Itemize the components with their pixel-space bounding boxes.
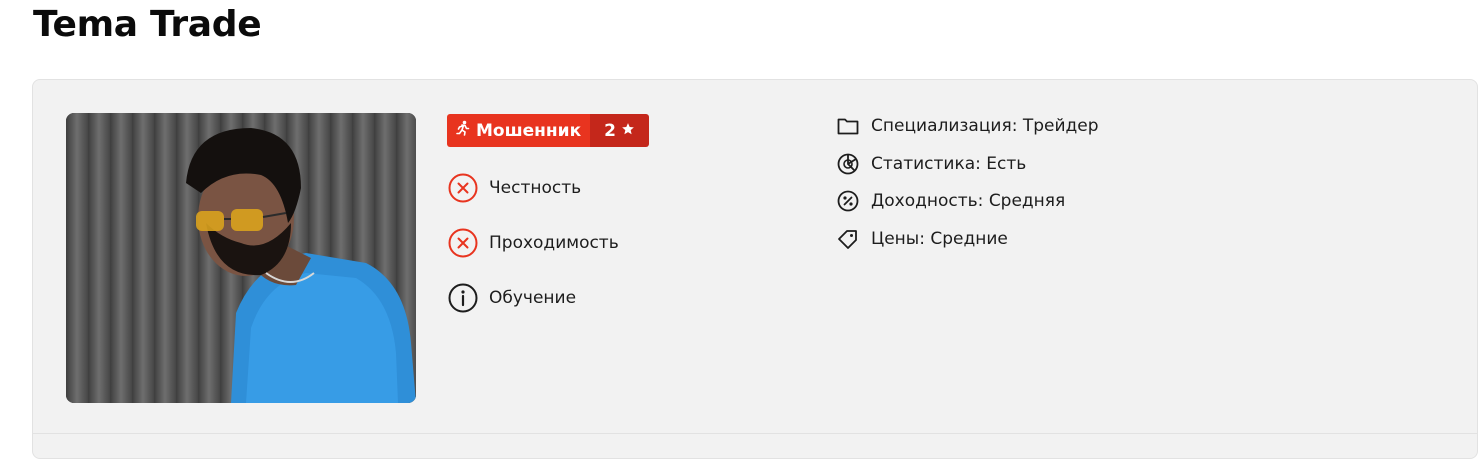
profile-photo[interactable] <box>66 113 416 403</box>
info-label: Статистика: Есть <box>871 153 1027 174</box>
criteria-item-honesty: Честность <box>447 172 619 204</box>
card-divider <box>33 433 1477 434</box>
info-label: Специализация: Трейдер <box>871 116 1099 136</box>
page-title: Tema Trade <box>33 4 262 45</box>
status-rank: 2 <box>590 114 649 147</box>
info-item-profitability: Доходность: Средняя <box>836 187 1099 215</box>
info-item-statistics: Статистика: Есть <box>836 150 1099 178</box>
chart-pie-icon <box>836 152 860 176</box>
status-badge: Мошенник 2 <box>447 114 649 147</box>
info-list: Специализация: Трейдер Статистика: Есть <box>836 112 1099 262</box>
criteria-label: Проходимость <box>489 233 619 253</box>
fraud-runner-icon <box>456 120 470 141</box>
folder-icon <box>836 114 860 138</box>
x-circle-icon <box>447 227 479 259</box>
info-label: Цены: Средние <box>871 228 1008 249</box>
criteria-list: Честность Проходимость Обучение <box>447 172 619 337</box>
x-circle-icon <box>447 172 479 204</box>
info-circle-icon <box>447 282 479 314</box>
info-label: Доходность: Средняя <box>871 191 1066 211</box>
criteria-item-training: Обучение <box>447 282 619 314</box>
status-badge-main: Мошенник <box>447 114 591 147</box>
profile-card: Мошенник 2 Честность Проходимость Обучен… <box>32 79 1478 459</box>
criteria-label: Честность <box>489 178 582 198</box>
status-label: Мошенник <box>476 120 582 141</box>
info-item-specialization: Специализация: Трейдер <box>836 112 1099 140</box>
percent-badge-icon <box>836 189 860 213</box>
star-icon <box>621 121 635 141</box>
rank-value: 2 <box>604 120 616 141</box>
criteria-item-passability: Проходимость <box>447 227 619 259</box>
info-item-prices: Цены: Средние <box>836 225 1099 253</box>
price-tag-icon <box>836 227 860 251</box>
criteria-label: Обучение <box>489 288 577 308</box>
